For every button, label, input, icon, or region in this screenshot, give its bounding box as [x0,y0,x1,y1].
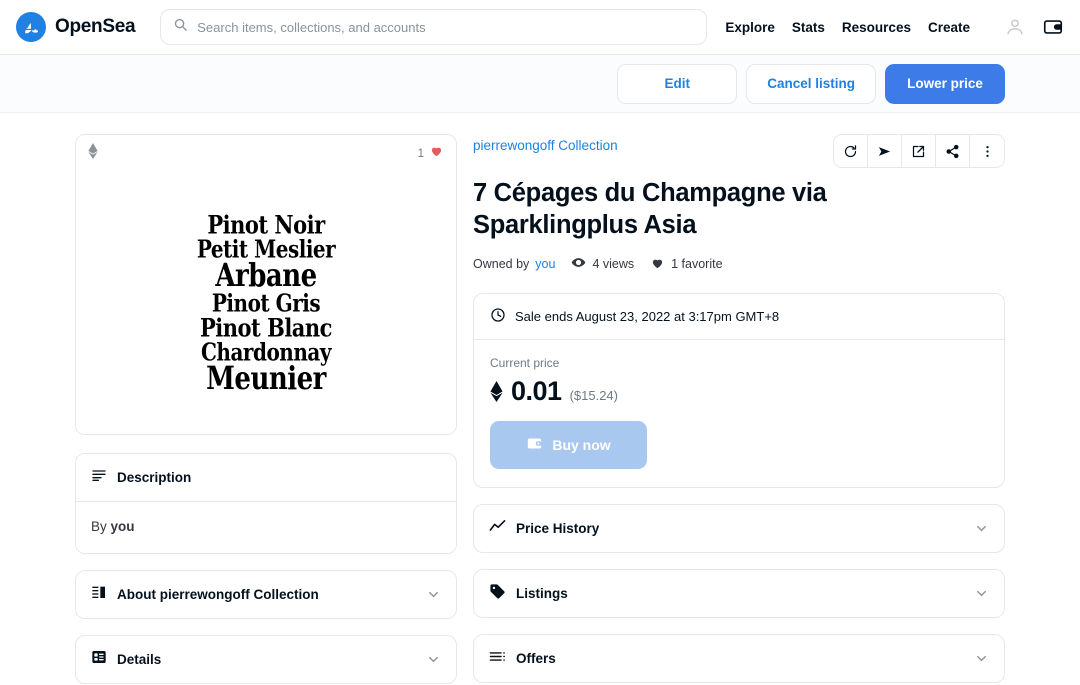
section-listings-header[interactable]: Listings [474,570,1004,617]
section-price-history-header[interactable]: Price History [474,505,1004,552]
item-title: 7 Cépages du Champagne via Sparklingplus… [473,179,827,240]
nav-item-explore[interactable]: Explore [725,20,775,35]
views-count: 4 views [592,257,635,272]
list-icon [489,648,506,670]
section-title: About pierrewongoff Collection [117,587,319,602]
share-icon[interactable] [936,135,970,167]
artwork-line: Meunier [206,360,326,398]
chart-line-icon [489,518,506,540]
favorites-count: 1 favorite [671,257,723,272]
clock-icon [490,307,506,326]
section-about-collection-header[interactable]: About pierrewongoff Collection [76,571,456,618]
section-details: Details [75,635,457,684]
nft-artwork: Pinot Noir Petit Meslier Arbane Pinot Gr… [76,172,456,434]
top-navigation-bar: OpenSea Explore Stats Resources Create [0,0,1080,55]
account-avatar-icon[interactable] [1004,16,1026,38]
edit-button[interactable]: Edit [617,63,738,104]
nav-item-stats[interactable]: Stats [792,20,825,35]
section-description-header[interactable]: Description [76,454,456,501]
search-icon [173,17,188,37]
item-action-icon-group [833,134,1005,168]
heart-icon [650,256,665,273]
buy-now-label: Buy now [552,437,611,454]
description-by-prefix: By [91,519,111,534]
nav-icon-group [1004,16,1064,38]
section-description-body: By you [76,501,456,553]
owned-by-label: Owned by [473,257,530,272]
chevron-down-icon[interactable] [974,651,989,666]
section-title: Price History [516,521,600,537]
chevron-down-icon[interactable] [426,587,441,602]
nav-links: Explore Stats Resources Create [725,16,1064,38]
item-page: 1 Pinot Noir Petit Meslier Arbane Pinot … [0,113,1080,685]
ethereum-icon [88,143,98,164]
nav-item-create[interactable]: Create [928,20,970,35]
left-column: 1 Pinot Noir Petit Meslier Arbane Pinot … [75,134,457,685]
section-offers: Offers [473,634,1005,684]
chevron-down-icon[interactable] [426,652,441,667]
artwork-line: Arbane [215,257,317,295]
price-value: 0.01 [511,376,562,407]
description-author: you [110,519,135,534]
wallet-icon[interactable] [1042,16,1064,38]
section-title: Details [117,652,162,667]
price-row: 0.01 ($15.24) [490,376,988,407]
nav-item-resources[interactable]: Resources [842,20,911,35]
favorite-count: 1 [417,147,424,160]
refresh-icon[interactable] [834,135,868,167]
artwork-text-block: Pinot Noir Petit Meslier Arbane Pinot Gr… [197,212,336,398]
search-container [160,9,708,45]
send-icon[interactable] [868,135,902,167]
section-offers-header[interactable]: Offers [474,635,1004,682]
heart-icon [429,144,444,163]
lower-price-button[interactable]: Lower price [885,63,1005,104]
sale-ends-text: Sale ends August 23, 2022 at 3:17pm GMT+… [515,309,780,325]
more-vertical-icon[interactable] [970,135,1004,167]
search-input[interactable] [197,19,695,35]
ethereum-icon [490,381,503,403]
price-body: Current price 0.01 ($15.24) Buy now [474,340,1004,487]
wallet-icon [526,435,543,455]
section-details-header[interactable]: Details [76,636,456,683]
about-collection-icon [91,584,107,605]
current-price-label: Current price [490,356,560,371]
external-link-icon[interactable] [902,135,936,167]
price-usd: ($15.24) [569,388,618,404]
eye-icon [571,255,586,273]
tag-icon [489,583,506,605]
section-title: Offers [516,651,556,667]
right-column: pierrewongoff Collection 7 Cépages du Ch… [473,134,1005,685]
nft-media-card: 1 Pinot Noir Petit Meslier Arbane Pinot … [75,134,457,435]
item-meta-row: Owned by you 4 views 1 favorite [473,255,1005,273]
price-card: Sale ends August 23, 2022 at 3:17pm GMT+… [473,293,1005,489]
collection-row: pierrewongoff Collection [473,134,1005,168]
description-lines-icon [91,467,107,488]
views-info: 4 views [571,255,634,273]
media-card-header: 1 [76,135,456,172]
section-price-history: Price History [473,504,1005,554]
brand-logo[interactable]: OpenSea [16,12,136,42]
brand-name: OpenSea [55,16,136,37]
section-title: Listings [516,586,568,602]
chevron-down-icon[interactable] [974,521,989,536]
sale-ends-row: Sale ends August 23, 2022 at 3:17pm GMT+… [474,294,1004,341]
cancel-listing-button[interactable]: Cancel listing [746,63,876,104]
section-title: Description [117,470,192,485]
chevron-down-icon[interactable] [974,586,989,601]
owner-info: Owned by you [473,257,555,271]
owner-link[interactable]: you [535,257,555,271]
favorite-indicator[interactable]: 1 [418,144,444,163]
section-listings: Listings [473,569,1005,619]
search-box[interactable] [160,9,708,45]
opensea-boat-logo-icon [16,12,46,42]
section-description: Description By you [75,453,457,554]
favorites-info: 1 favorite [650,256,723,273]
listing-action-bar: Edit Cancel listing Lower price [0,55,1080,113]
collection-link[interactable]: pierrewongoff Collection [473,134,618,153]
details-grid-icon [91,649,107,670]
section-about-collection: About pierrewongoff Collection [75,570,457,619]
buy-now-button[interactable]: Buy now [490,421,647,470]
